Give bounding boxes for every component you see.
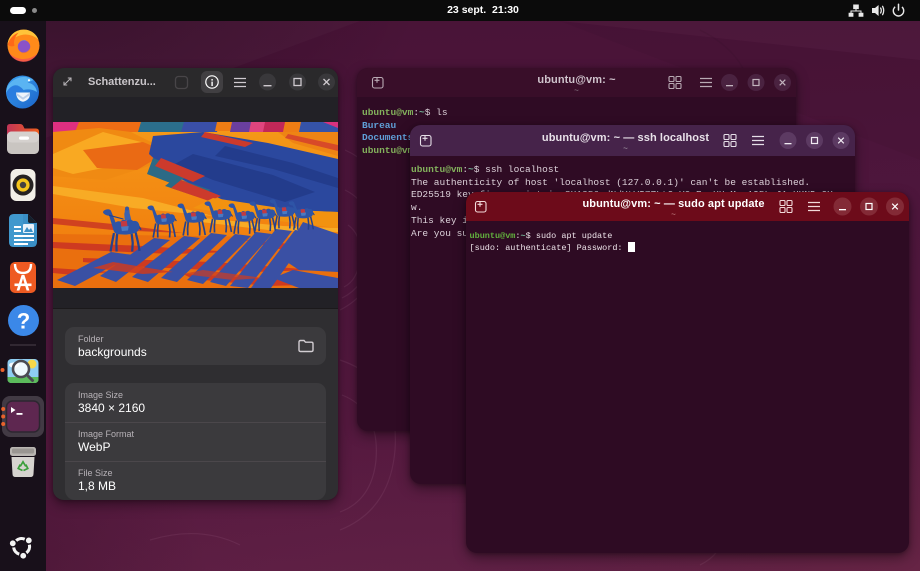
svg-text:?: ?: [17, 309, 30, 334]
